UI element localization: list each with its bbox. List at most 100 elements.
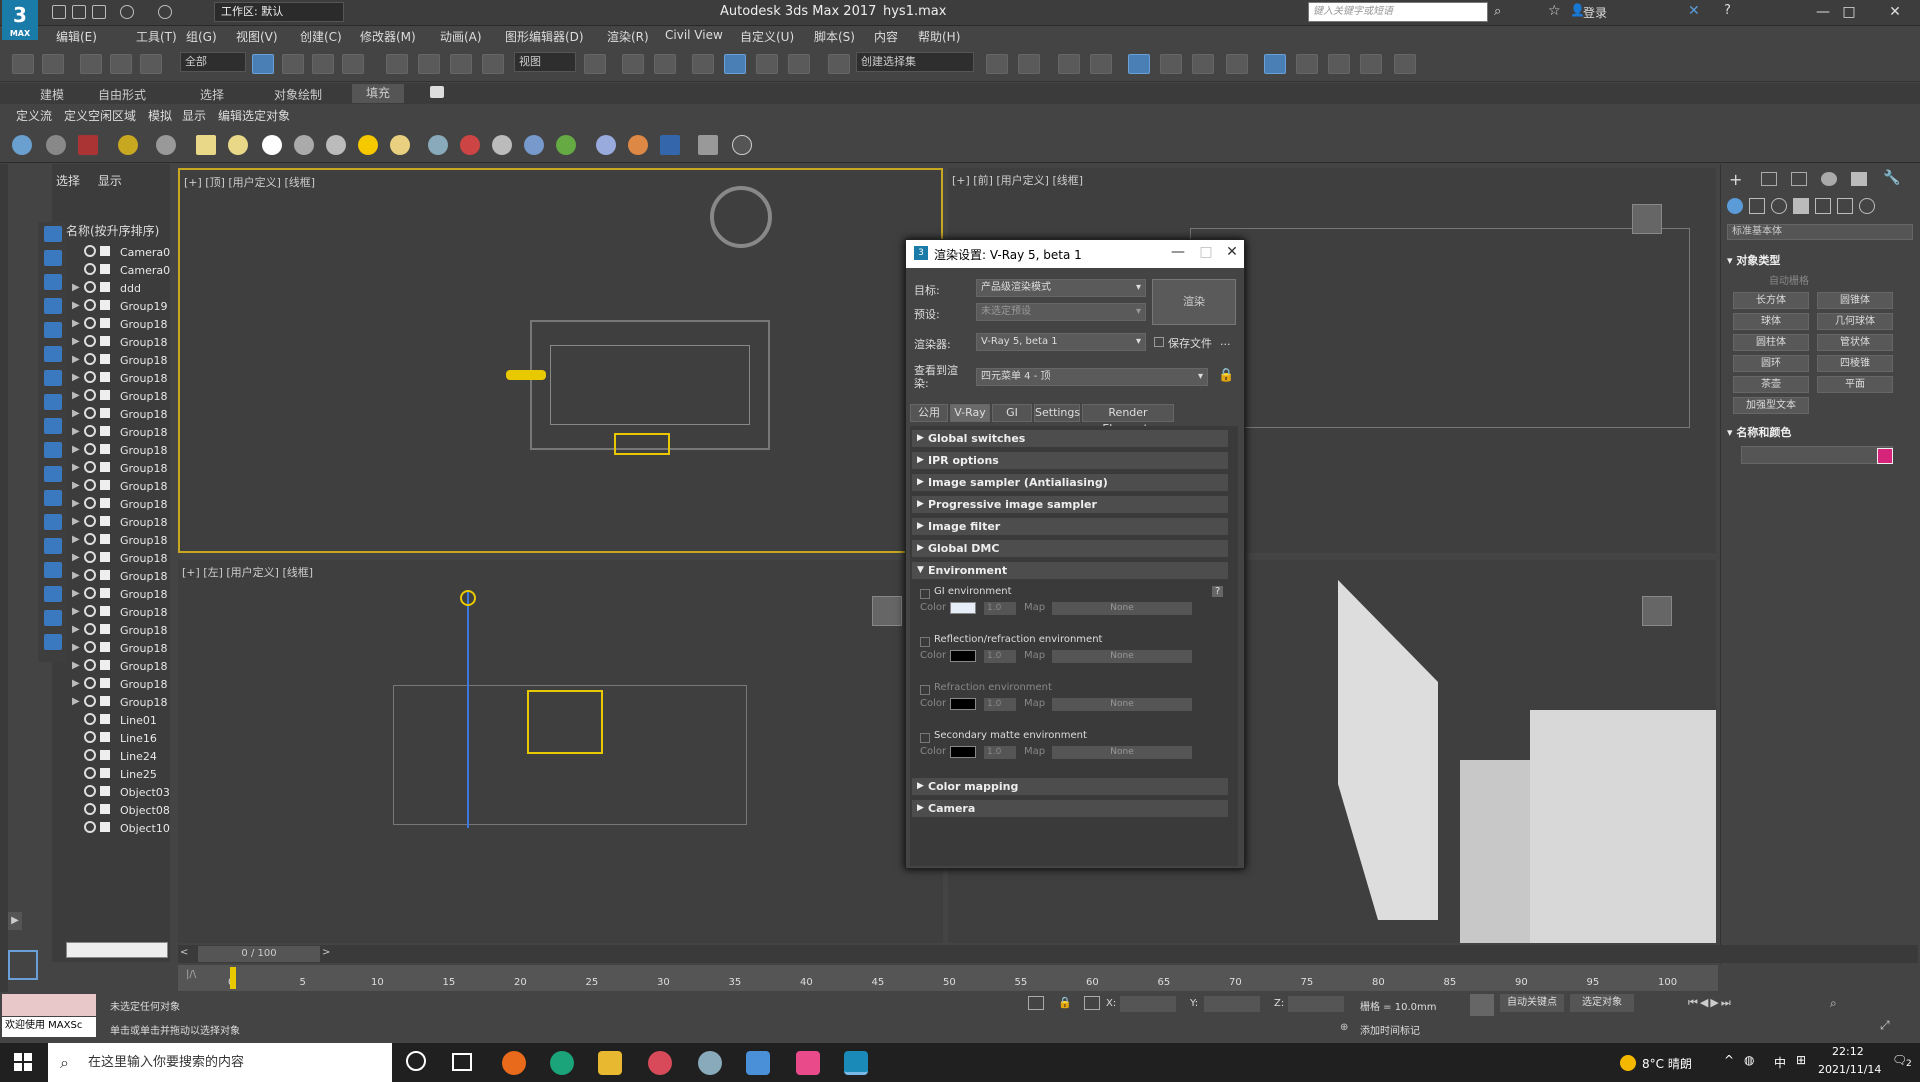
layer-explorer-icon[interactable] (1090, 54, 1112, 74)
env-color-swatch[interactable] (950, 698, 976, 710)
network-icon[interactable]: ◍ (1744, 1053, 1754, 1067)
image-icon[interactable] (78, 135, 98, 155)
preset-select[interactable]: 未选定预设 (976, 303, 1146, 321)
menu-item[interactable]: 创建(C) (300, 28, 342, 45)
manipulate-icon[interactable] (622, 54, 644, 74)
primitive-button[interactable]: 圆锥体 (1817, 292, 1893, 309)
binoculars-icon[interactable]: ⌕ (1494, 4, 1501, 19)
menu-item[interactable]: 编辑(E) (56, 28, 97, 45)
convert-icon[interactable] (698, 135, 718, 155)
tree-row[interactable]: ▶ Group18 (66, 622, 170, 640)
move-icon[interactable] (386, 54, 408, 74)
cortana-icon[interactable] (406, 1051, 426, 1071)
y-coordinate-input[interactable] (1204, 996, 1260, 1012)
shapes-icon[interactable] (1749, 198, 1765, 214)
tree-row[interactable]: Object08 (66, 802, 170, 820)
rollout-header[interactable]: ▶ Image sampler (Antialiasing) (912, 474, 1228, 491)
tree-row[interactable]: ▶ Group18 (66, 514, 170, 532)
auto-key-button[interactable]: 自动关键点 (1500, 994, 1564, 1012)
search-input[interactable]: 键入关键字或短语 (1308, 2, 1488, 22)
eye-icon[interactable] (84, 335, 96, 347)
primitive-button[interactable]: 长方体 (1733, 292, 1809, 309)
eye-icon[interactable] (84, 659, 96, 671)
explorer-tab-select[interactable]: 选择 (56, 174, 80, 188)
hierarchy-tab-icon[interactable] (1791, 172, 1807, 186)
eye-icon[interactable] (84, 299, 96, 311)
tree-row[interactable]: ▶ Group18 (66, 442, 170, 460)
expand-arrow[interactable]: ▶ (72, 390, 80, 401)
selected-dropdown[interactable]: 选定对象 (1570, 994, 1634, 1012)
new-file-icon[interactable] (52, 5, 66, 19)
eye-icon[interactable] (84, 533, 96, 545)
eye-icon[interactable] (84, 245, 96, 257)
eye-icon[interactable] (84, 623, 96, 635)
eye-icon[interactable] (84, 677, 96, 689)
percent-snap-icon[interactable] (756, 54, 778, 74)
tree-row[interactable]: ▶ Group18 (66, 406, 170, 424)
app-icon-2[interactable] (698, 1051, 722, 1075)
align-icon[interactable] (1018, 54, 1040, 74)
edit-selected-button[interactable]: 编辑选定对象 (218, 107, 290, 124)
viewcube-persp-icon[interactable] (1642, 596, 1672, 626)
filter-icon[interactable] (44, 346, 62, 362)
task-view-icon[interactable] (452, 1053, 472, 1071)
maxscript-listener[interactable] (2, 994, 96, 1016)
isolate-icon[interactable] (1028, 996, 1044, 1010)
ribbon-toggle-icon[interactable] (1128, 54, 1150, 74)
env-map-button[interactable]: None (1052, 650, 1192, 663)
menu-item[interactable]: 内容 (874, 28, 898, 45)
viewport-left-label[interactable]: [+] [左] [用户定义] [线框] (182, 564, 313, 580)
eye-icon[interactable] (84, 641, 96, 653)
menu-item[interactable]: 脚本(S) (814, 28, 855, 45)
tree-row[interactable]: ▶ Group18 (66, 640, 170, 658)
explorer-scrollbar[interactable] (66, 942, 168, 958)
expand-arrow[interactable]: ▶ (72, 462, 80, 473)
env-multiplier-spinner[interactable]: 1.0 (984, 698, 1016, 711)
clock-time[interactable]: 22:12 (1832, 1045, 1864, 1058)
ime-mode-icon[interactable]: ⊞ (1796, 1053, 1806, 1067)
systems-icon[interactable] (1859, 198, 1875, 214)
tree-row[interactable]: Object03 (66, 784, 170, 802)
expand-arrow[interactable]: ▶ (72, 444, 80, 455)
render-in-cloud-icon[interactable] (1360, 54, 1382, 74)
clock-date[interactable]: 2021/11/14 (1818, 1063, 1881, 1076)
expand-arrow[interactable]: ▶ (72, 408, 80, 419)
maximize-viewport-icon[interactable]: ⤢ (1880, 1018, 1890, 1033)
environment-rollout-header[interactable]: ▼ Environment (912, 562, 1228, 579)
keyboard-shortcut-icon[interactable] (654, 54, 676, 74)
vray-help-icon[interactable] (732, 135, 752, 155)
rollout-header[interactable]: ▶ Camera (912, 800, 1228, 817)
bind-spacewarp-icon[interactable] (140, 54, 162, 74)
help-icon[interactable]: ? (1724, 3, 1731, 18)
env-color-swatch[interactable] (950, 650, 976, 662)
zoom-icon[interactable]: ⌕ (1830, 996, 1837, 1011)
rect-select-icon[interactable] (312, 54, 334, 74)
render-button[interactable]: 渲染 (1152, 279, 1236, 325)
eye-icon[interactable] (84, 713, 96, 725)
menu-item[interactable]: 动画(A) (440, 28, 482, 45)
eye-icon[interactable] (84, 821, 96, 833)
motion-tab-icon[interactable] (1821, 172, 1837, 186)
app-icon-3[interactable] (746, 1051, 770, 1075)
filter-icon[interactable] (44, 298, 62, 314)
unlink-icon[interactable] (110, 54, 132, 74)
name-color-header[interactable]: ▾ 名称和颜色 (1727, 424, 1791, 440)
expand-arrow[interactable]: ▶ (72, 552, 80, 563)
helpers-icon[interactable] (1815, 198, 1831, 214)
menu-item[interactable]: 视图(V) (236, 28, 278, 45)
eye-icon[interactable] (84, 317, 96, 329)
tree-row[interactable]: ▶ Group18 (66, 550, 170, 568)
cameras-icon[interactable] (1793, 198, 1809, 214)
filter-icon[interactable] (44, 466, 62, 482)
weather-icon[interactable] (1620, 1055, 1636, 1071)
expand-arrow[interactable]: ▶ (72, 606, 80, 617)
viewport-left[interactable]: [+] [左] [用户定义] [线框] (178, 560, 943, 943)
filter-icon[interactable] (44, 538, 62, 554)
tree-row[interactable]: ▶ Group18 (66, 370, 170, 388)
menu-item[interactable]: 渲染(R) (607, 28, 649, 45)
dome-icon[interactable] (228, 135, 248, 155)
redo-icon[interactable] (158, 5, 172, 19)
primitive-button[interactable]: 四棱锥 (1817, 355, 1893, 372)
set-key-icon[interactable] (1470, 994, 1494, 1016)
windows-start-icon[interactable] (14, 1053, 32, 1071)
